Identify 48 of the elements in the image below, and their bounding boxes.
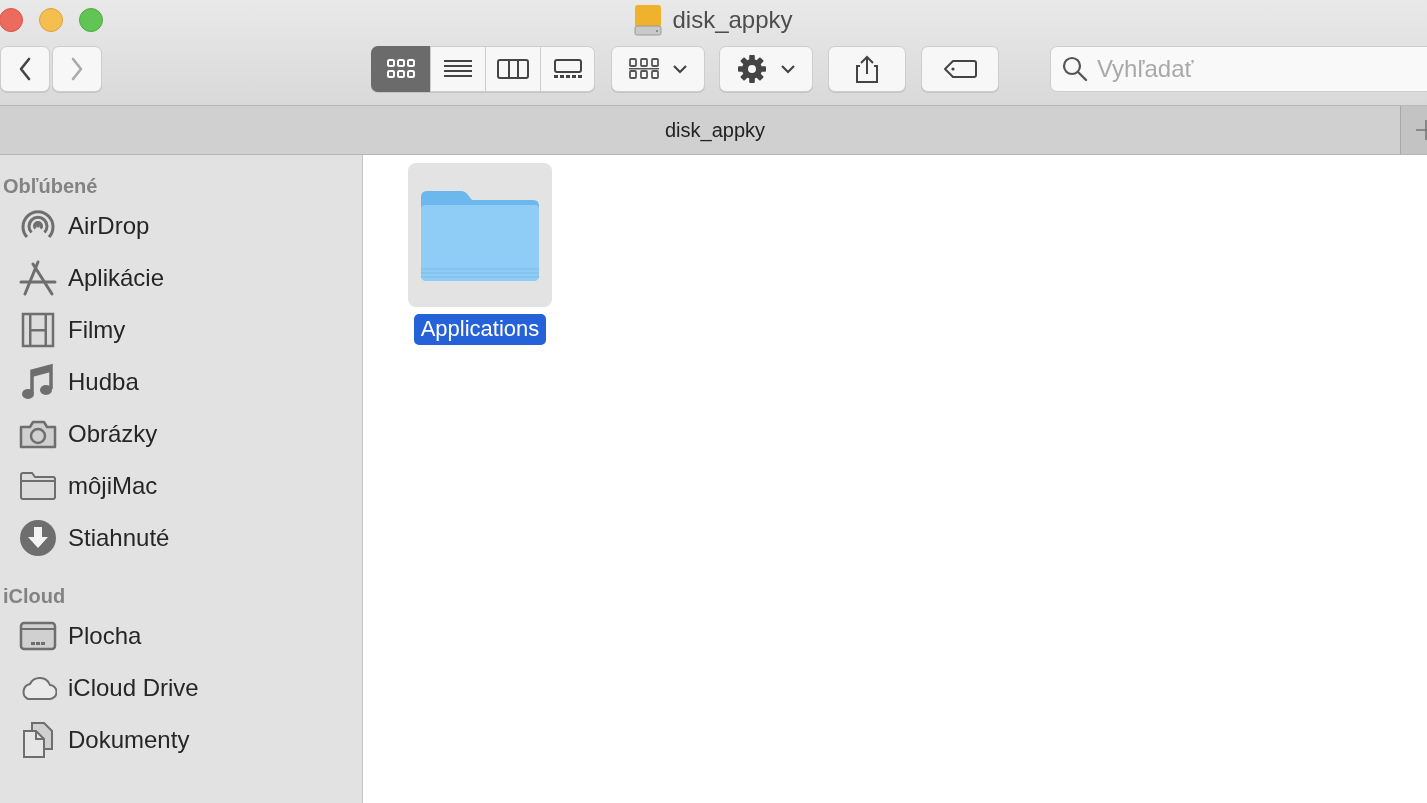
chevron-down-icon — [673, 64, 687, 74]
documents-icon — [22, 721, 54, 759]
tag-icon — [943, 59, 977, 79]
folder-icon — [19, 471, 57, 501]
search-field[interactable]: Vyhľadať — [1050, 46, 1427, 92]
gear-icon — [737, 54, 767, 84]
sidebar-section-header: Obľúbené — [3, 174, 99, 199]
music-note-icon — [21, 363, 55, 401]
search-icon — [1062, 56, 1088, 82]
icon-view-button[interactable] — [371, 46, 430, 92]
icon-grid-icon — [387, 59, 415, 79]
film-strip-icon — [21, 312, 55, 348]
gallery-icon — [552, 59, 583, 79]
columns-icon — [497, 59, 529, 79]
tag-button[interactable] — [921, 46, 999, 92]
sidebar-item[interactable]: Obrázky — [68, 420, 158, 448]
sidebar-item[interactable]: Aplikácie — [68, 264, 165, 292]
chevron-down-icon — [781, 64, 795, 74]
file-tile[interactable] — [408, 163, 552, 307]
sidebar-section-header: iCloud — [3, 584, 67, 609]
list-view-button[interactable] — [430, 46, 485, 92]
sidebar-item[interactable]: AirDrop — [68, 212, 150, 240]
gallery-view-button[interactable] — [540, 46, 595, 92]
sidebar-item[interactable]: Hudba — [68, 368, 139, 396]
desktop-icon — [19, 621, 57, 651]
camera-icon — [19, 419, 57, 449]
list-lines-icon — [444, 59, 472, 79]
app-store-icon — [19, 260, 57, 296]
share-icon — [856, 55, 878, 83]
sidebar-item[interactable]: môjiMac — [68, 472, 158, 500]
sidebar-item[interactable]: Plocha — [68, 622, 142, 650]
sidebar-item[interactable]: iCloud Drive — [68, 674, 199, 702]
share-button[interactable] — [828, 46, 906, 92]
close-button[interactable] — [0, 8, 23, 32]
sidebar-item[interactable]: Stiahnuté — [68, 524, 170, 552]
column-view-button[interactable] — [485, 46, 540, 92]
action-menu-button[interactable] — [719, 46, 813, 92]
drive-icon — [634, 4, 663, 36]
file-name[interactable]: Applications — [413, 314, 547, 345]
back-button[interactable] — [0, 46, 50, 92]
plus-icon — [1415, 119, 1427, 141]
arrange-menu-button[interactable] — [611, 46, 705, 92]
sidebar-item[interactable]: Dokumenty — [68, 726, 190, 754]
icon-grid-icon — [629, 58, 659, 80]
tab-title[interactable]: disk_appky — [664, 118, 766, 142]
window-title: disk_appky — [672, 6, 793, 34]
sidebar-item[interactable]: Filmy — [68, 316, 126, 344]
download-icon — [19, 519, 57, 557]
